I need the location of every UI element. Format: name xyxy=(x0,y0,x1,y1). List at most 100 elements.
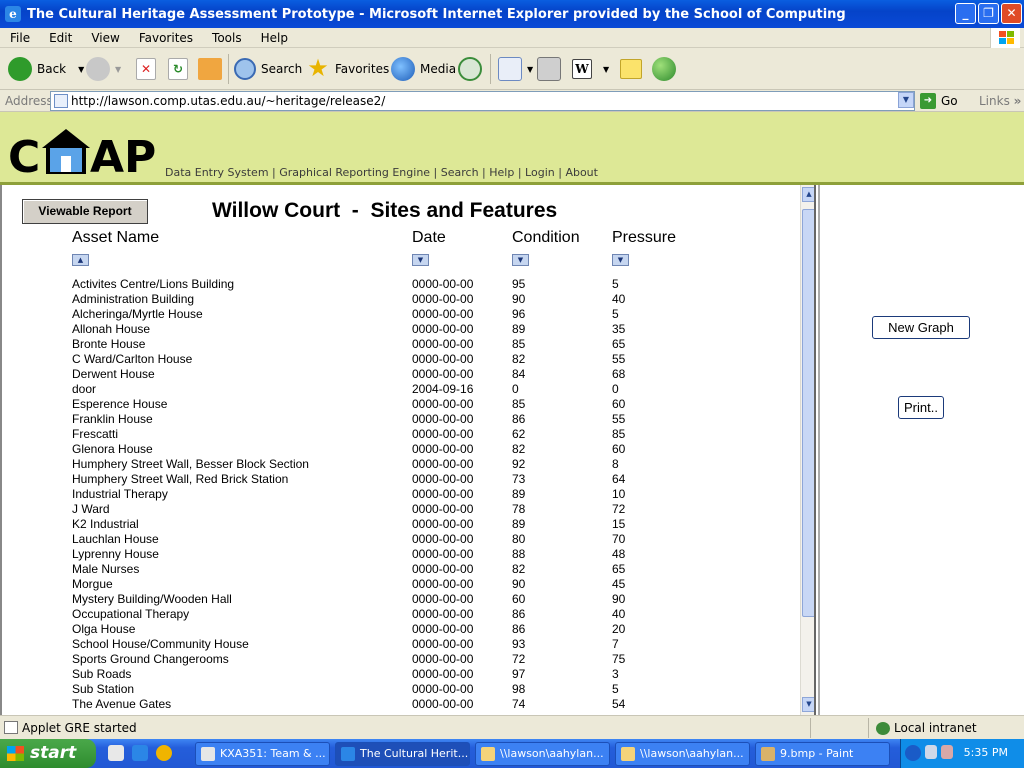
menu-file[interactable]: File xyxy=(0,31,39,45)
status-bar: Applet GRE started Local intranet xyxy=(0,715,1024,739)
media-button[interactable]: Media xyxy=(391,56,456,82)
menu-favorites[interactable]: Favorites xyxy=(129,31,202,45)
stop-button[interactable]: ✕ xyxy=(136,56,161,82)
sort-date-button[interactable]: ▼ xyxy=(412,254,429,266)
back-button[interactable]: Back ▼ xyxy=(8,56,84,82)
table-row: K2 Industrial 0000-00-00 89 15 xyxy=(2,517,802,532)
go-button[interactable]: ➜ Go xyxy=(920,93,958,109)
tray-network-icon[interactable] xyxy=(925,745,937,759)
toolbar-separator xyxy=(228,54,229,84)
status-text: Applet GRE started xyxy=(22,721,137,735)
cell-condition: 73 xyxy=(512,472,526,486)
viewable-report-button[interactable]: Viewable Report xyxy=(22,199,148,224)
cell-asset-name: Administration Building xyxy=(72,292,195,306)
ie-icon: e xyxy=(5,6,21,22)
mail-button[interactable]: ▼ xyxy=(498,56,533,82)
tray-expand-icon[interactable] xyxy=(905,745,921,761)
window-titlebar: e The Cultural Heritage Assessment Proto… xyxy=(0,0,1024,28)
table-row: Sports Ground Changerooms 0000-00-00 72 75 xyxy=(2,652,802,667)
table-row: Sub Station 0000-00-00 98 5 xyxy=(2,682,802,697)
discuss-button[interactable] xyxy=(620,56,647,82)
refresh-button[interactable]: ↻ xyxy=(168,56,193,82)
cell-asset-name: Sports Ground Changerooms xyxy=(72,652,229,666)
forward-button[interactable]: ▼ xyxy=(86,56,121,82)
new-graph-button[interactable]: New Graph xyxy=(872,316,970,339)
nav-help-link[interactable]: Help xyxy=(489,166,514,179)
favorites-star-icon: ★ xyxy=(307,54,329,82)
messenger-button[interactable] xyxy=(652,56,681,82)
task-lawson-folder-1[interactable]: \\lawson\aahylan... xyxy=(475,742,610,766)
edit-button[interactable]: W ▼ xyxy=(572,56,609,82)
scrollbar-thumb[interactable] xyxy=(802,209,814,617)
table-row: Frescatti 0000-00-00 62 85 xyxy=(2,427,802,442)
cell-condition: 89 xyxy=(512,517,526,531)
home-icon xyxy=(198,58,222,80)
favorites-button[interactable]: ★ Favorites xyxy=(306,56,389,82)
sort-pressure-button[interactable]: ▼ xyxy=(612,254,629,266)
cell-condition: 86 xyxy=(512,622,526,636)
table-row: Sub Roads 0000-00-00 97 3 xyxy=(2,667,802,682)
back-dropdown-icon[interactable]: ▼ xyxy=(78,65,84,74)
nav-graphical-reporting-link[interactable]: Graphical Reporting Engine xyxy=(279,166,430,179)
cell-asset-name: Alcheringa/Myrtle House xyxy=(72,307,203,321)
svg-text:AP: AP xyxy=(90,132,156,176)
menu-tools[interactable]: Tools xyxy=(202,31,251,45)
cell-asset-name: The Avenue Gates xyxy=(72,697,172,711)
sort-condition-button[interactable]: ▼ xyxy=(512,254,529,266)
forward-dropdown-icon[interactable]: ▼ xyxy=(115,65,121,74)
status-divider xyxy=(868,718,869,738)
restore-button[interactable]: ❐ xyxy=(978,3,999,24)
edit-dropdown-icon[interactable]: ▼ xyxy=(603,65,609,74)
cell-date: 2004-09-16 xyxy=(412,382,474,396)
cell-condition: 85 xyxy=(512,397,526,411)
quicklaunch-desktop-icon[interactable] xyxy=(108,745,124,761)
cell-pressure: 72 xyxy=(612,502,626,516)
close-button[interactable]: ✕ xyxy=(1001,3,1022,24)
table-row: Humphery Street Wall, Besser Block Secti… xyxy=(2,457,802,472)
table-row: Allonah House 0000-00-00 89 35 xyxy=(2,322,802,337)
nav-data-entry-link[interactable]: Data Entry System xyxy=(165,166,269,179)
menu-view[interactable]: View xyxy=(81,31,128,45)
minimize-button[interactable]: _ xyxy=(955,3,976,24)
mail-dropdown-icon[interactable]: ▼ xyxy=(527,65,533,74)
cell-date: 0000-00-00 xyxy=(412,412,474,426)
nav-search-link[interactable]: Search xyxy=(441,166,479,179)
menu-help[interactable]: Help xyxy=(251,31,297,45)
print-button[interactable]: Print.. xyxy=(898,396,944,419)
nav-about-link[interactable]: About xyxy=(565,166,598,179)
task-cultural-heritage[interactable]: The Cultural Herit... xyxy=(335,742,470,766)
print-toolbar-button[interactable] xyxy=(537,56,566,82)
nav-login-link[interactable]: Login xyxy=(525,166,555,179)
quicklaunch-media-icon[interactable] xyxy=(156,745,172,761)
task-paint[interactable]: 9.bmp - Paint xyxy=(755,742,890,766)
address-dropdown-icon[interactable]: ▼ xyxy=(898,92,914,108)
search-button[interactable]: Search xyxy=(234,56,302,82)
cell-condition: 82 xyxy=(512,442,526,456)
home-button[interactable] xyxy=(198,56,227,82)
cell-date: 0000-00-00 xyxy=(412,442,474,456)
address-input[interactable]: http://lawson.comp.utas.edu.au/~heritage… xyxy=(50,91,915,111)
table-row: Franklin House 0000-00-00 86 55 xyxy=(2,412,802,427)
task-lawson-folder-2[interactable]: \\lawson\aahylan... xyxy=(615,742,750,766)
start-button[interactable]: start xyxy=(0,739,96,768)
cell-date: 0000-00-00 xyxy=(412,502,474,516)
column-header-condition: Condition xyxy=(512,229,580,246)
cell-date: 0000-00-00 xyxy=(412,577,474,591)
cell-pressure: 55 xyxy=(612,352,626,366)
scroll-up-icon[interactable]: ▲ xyxy=(802,187,814,202)
table-row: door 2004-09-16 0 0 xyxy=(2,382,802,397)
tray-volume-icon[interactable] xyxy=(941,745,953,759)
cell-date: 0000-00-00 xyxy=(412,337,474,351)
report-table-body: Activites Centre/Lions Building 0000-00-0… xyxy=(2,277,802,712)
history-button[interactable] xyxy=(458,56,487,82)
cell-date: 0000-00-00 xyxy=(412,322,474,336)
scroll-down-icon[interactable]: ▼ xyxy=(802,697,814,712)
menu-edit[interactable]: Edit xyxy=(39,31,81,45)
applet-vertical-scrollbar[interactable]: ▲ ▼ xyxy=(800,185,814,715)
quicklaunch-ie-icon[interactable] xyxy=(132,745,148,761)
sort-asset-name-button[interactable]: ▲ xyxy=(72,254,89,266)
task-kxa351[interactable]: KXA351: Team & ... xyxy=(195,742,330,766)
cell-asset-name: J Ward xyxy=(72,502,110,516)
column-header-date: Date xyxy=(412,229,446,246)
links-button[interactable]: Links » xyxy=(979,94,1021,108)
